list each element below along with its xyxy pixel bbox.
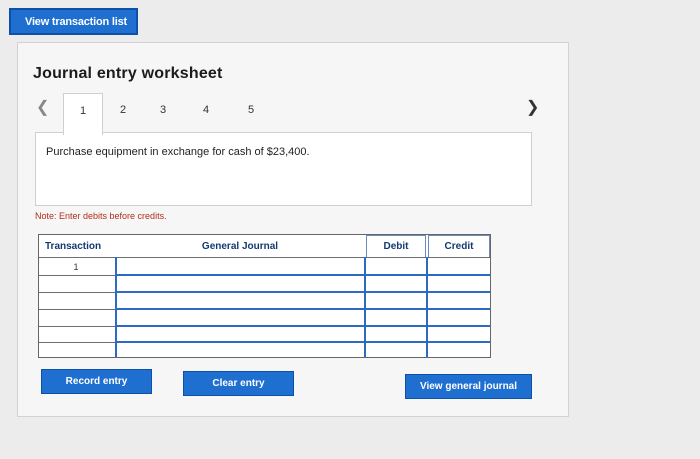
row-divider (39, 326, 116, 327)
tab-4[interactable]: 4 (186, 93, 226, 133)
tab-label: 4 (202, 104, 210, 116)
journal-entry-panel: Journal entry worksheet ❮ 1 2 3 4 5 ❯ Pu… (17, 42, 569, 417)
column-divider (115, 257, 117, 357)
column-header-credit: Credit (428, 235, 490, 258)
tab-5[interactable]: 5 (231, 93, 271, 133)
tab-bar: ❮ 1 2 3 4 5 ❯ (18, 93, 568, 135)
tab-label: 5 (247, 104, 255, 116)
clear-entry-button[interactable]: Clear entry (183, 371, 294, 396)
row-divider (39, 292, 116, 293)
row-divider (39, 342, 116, 343)
row-divider (116, 274, 490, 276)
instruction-note: Note: Enter debits before credits. (35, 211, 167, 221)
row-divider (116, 291, 490, 293)
transaction-description: Purchase equipment in exchange for cash … (46, 146, 310, 158)
tab-2[interactable]: 2 (103, 93, 143, 133)
column-divider (364, 257, 366, 357)
row-divider (39, 309, 116, 310)
tab-label: 3 (159, 104, 167, 116)
row-divider (116, 341, 490, 343)
row-divider (116, 325, 490, 327)
view-transaction-list-button[interactable]: View transaction list (9, 8, 138, 35)
column-divider (426, 257, 428, 357)
row-divider (39, 257, 490, 258)
row-divider (116, 308, 490, 310)
chevron-right-icon[interactable]: ❯ (526, 97, 539, 117)
tab-1[interactable]: 1 (63, 93, 103, 135)
column-header-transaction: Transaction (45, 241, 102, 252)
row-number: 1 (73, 262, 79, 272)
tab-label: 2 (119, 104, 127, 116)
row-divider (39, 275, 116, 276)
tab-3[interactable]: 3 (143, 93, 183, 133)
column-header-general-journal: General Journal (201, 241, 279, 252)
tab-label: 1 (79, 105, 87, 117)
record-entry-button[interactable]: Record entry (41, 369, 152, 394)
journal-table: Transaction General Journal Debit Credit… (38, 234, 491, 358)
chevron-left-icon[interactable]: ❮ (36, 97, 49, 117)
transaction-description-box: Purchase equipment in exchange for cash … (35, 132, 532, 206)
page-title: Journal entry worksheet (33, 65, 223, 82)
column-header-debit: Debit (366, 235, 426, 258)
view-general-journal-button[interactable]: View general journal (405, 374, 532, 399)
